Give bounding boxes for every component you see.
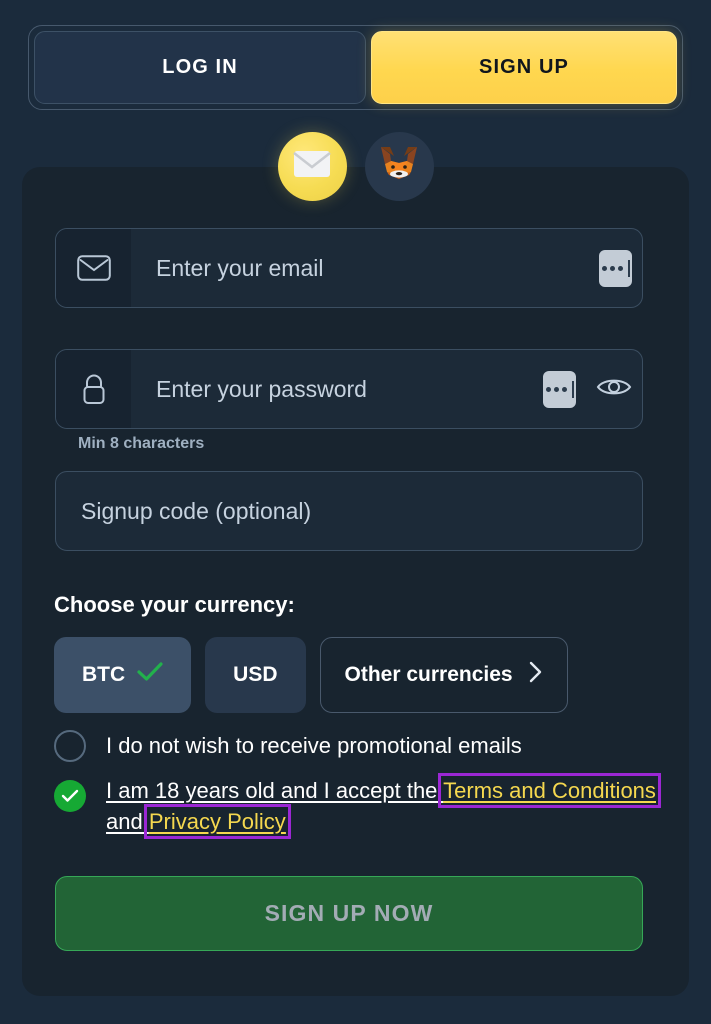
sign-up-now-button[interactable]: SIGN UP NOW bbox=[55, 876, 643, 951]
envelope-icon bbox=[293, 150, 331, 183]
provider-email-button[interactable] bbox=[277, 132, 347, 201]
tab-login-label: LOG IN bbox=[162, 56, 238, 78]
provider-metamask-button[interactable] bbox=[364, 132, 434, 201]
password-hint: Min 8 characters bbox=[78, 435, 205, 452]
signup-code-placeholder[interactable]: Signup code (optional) bbox=[56, 498, 642, 525]
currency-section-label: Choose your currency: bbox=[54, 592, 295, 617]
password-input-placeholder[interactable]: Enter your password bbox=[131, 376, 543, 403]
currency-option-btc[interactable]: BTC bbox=[54, 637, 192, 713]
currency-option-row: BTC USD Other currencies bbox=[54, 637, 568, 713]
checkbox-unchecked-icon[interactable] bbox=[54, 730, 86, 762]
email-field[interactable]: Enter your email bbox=[55, 228, 643, 308]
tab-signup-label: SIGN UP bbox=[479, 56, 569, 78]
email-input-placeholder[interactable]: Enter your email bbox=[131, 255, 599, 282]
checkbox-checked-icon[interactable] bbox=[54, 780, 86, 812]
privacy-policy-link[interactable]: Privacy Policy bbox=[143, 804, 291, 840]
consent-text-part2: and bbox=[106, 809, 149, 835]
metamask-fox-icon bbox=[378, 144, 420, 189]
auth-tab-bar: LOG IN SIGN UP bbox=[28, 25, 683, 110]
consent-text-part1: I am 18 years old and I accept the bbox=[106, 778, 444, 803]
consent-row-age-and-terms[interactable]: I am 18 years old and I accept the Terms… bbox=[54, 773, 664, 840]
currency-option-other-label: Other currencies bbox=[344, 663, 513, 686]
signup-card: Enter your email Enter your password Min bbox=[22, 132, 689, 996]
check-icon bbox=[137, 662, 163, 688]
chevron-right-icon bbox=[529, 661, 543, 689]
consent-row-promotional-emails[interactable]: I do not wish to receive promotional ema… bbox=[54, 730, 664, 762]
currency-option-btc-label: BTC bbox=[82, 663, 126, 686]
password-field[interactable]: Enter your password bbox=[55, 349, 643, 429]
currency-option-other[interactable]: Other currencies bbox=[319, 637, 568, 713]
consent-age-and-terms-label: I am 18 years old and I accept the Terms… bbox=[106, 773, 664, 840]
consent-promotional-emails-label: I do not wish to receive promotional ema… bbox=[106, 733, 522, 759]
tab-signup[interactable]: SIGN UP bbox=[371, 31, 677, 104]
lock-icon bbox=[56, 350, 131, 428]
auth-provider-row bbox=[22, 132, 689, 201]
password-reveal-button[interactable] bbox=[586, 350, 642, 428]
envelope-icon bbox=[56, 229, 131, 307]
currency-option-usd-label: USD bbox=[233, 663, 278, 686]
autofill-dots-icon[interactable] bbox=[543, 370, 576, 408]
sign-up-now-label: SIGN UP NOW bbox=[264, 900, 434, 926]
eye-icon bbox=[596, 375, 632, 404]
signup-code-field[interactable]: Signup code (optional) bbox=[55, 471, 643, 551]
terms-and-conditions-link[interactable]: Terms and Conditions bbox=[438, 773, 661, 808]
currency-option-usd[interactable]: USD bbox=[205, 637, 306, 713]
tab-login[interactable]: LOG IN bbox=[34, 31, 366, 104]
autofill-dots-icon[interactable] bbox=[599, 249, 632, 287]
